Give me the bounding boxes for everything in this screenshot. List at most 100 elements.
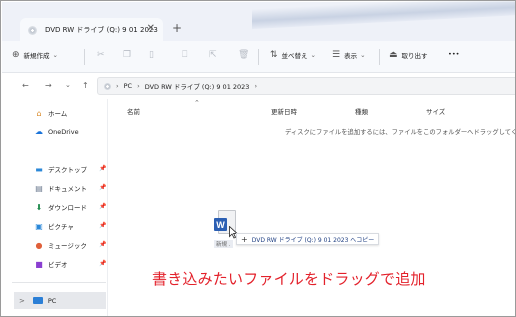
copy-button[interactable]: ❐ <box>123 50 135 60</box>
sidebar-item-label: OneDrive <box>48 127 79 136</box>
pin-icon[interactable]: 📌 <box>99 165 106 172</box>
videos-icon: ■ <box>35 259 43 269</box>
new-button[interactable]: ⊕ 新規作成 ⌄ <box>12 50 58 60</box>
copy-plus-icon: + <box>241 234 248 244</box>
back-button[interactable]: ← <box>22 81 29 90</box>
dvd-disc-icon <box>28 25 37 35</box>
drag-copy-tooltip: + DVD RW ドライブ (Q:) 9 01 2023 へコピー <box>236 233 380 245</box>
share-icon: ⇱ <box>209 50 217 60</box>
pictures-icon: ▣ <box>35 221 43 231</box>
address-field[interactable]: › PC › DVD RW ドライブ (Q:) 9 01 2023 › <box>97 77 515 95</box>
sidebar-item-onedrive[interactable]: ☁ OneDrive <box>34 127 79 136</box>
breadcrumb-pc[interactable]: PC <box>124 82 132 90</box>
view-icon: ☰ <box>332 50 341 60</box>
sort-icon: ⇅ <box>270 50 278 60</box>
sidebar-item-label: ビデオ <box>48 261 68 269</box>
dragged-file-name: 新規 . <box>214 240 233 248</box>
paste-button[interactable]: ▯ <box>149 50 158 60</box>
dvd-disc-icon <box>104 82 111 90</box>
sidebar-item-label: ダウンロード <box>48 204 87 212</box>
sort-label: 並べ替え <box>281 52 308 60</box>
toolbar-divider <box>84 49 85 65</box>
sidebar-item-music[interactable]: ● ミュージック <box>34 240 87 251</box>
chevron-right-icon: › <box>254 82 258 90</box>
chevron-right-icon[interactable]: > <box>19 297 25 305</box>
toolbar-divider <box>258 49 259 65</box>
sort-indicator-icon: ⌃ <box>194 99 200 107</box>
chevron-right-icon: › <box>137 82 140 90</box>
sidebar-item-pictures[interactable]: ▣ ピクチャ <box>34 221 74 232</box>
music-icon: ● <box>35 240 43 250</box>
word-icon: W <box>214 218 227 231</box>
address-bar-row: ← → ⌄ ↑ › PC › DVD RW ドライブ (Q:) 9 01 202… <box>2 73 515 99</box>
sidebar-item-home[interactable]: ⌂ ホーム <box>34 108 68 119</box>
cloud-icon: ☁ <box>35 127 43 136</box>
chevron-down-icon: ⌄ <box>310 51 316 59</box>
command-bar: ⊕ 新規作成 ⌄ ✂ ❐ ▯ ⎕ ⇱ 🗑 ⇅ 並べ替え ⌄ ☰ 表示 ⌄ ⏏ 取… <box>2 41 515 73</box>
pin-icon[interactable]: 📌 <box>99 184 106 191</box>
rename-button[interactable]: ⎕ <box>182 50 191 60</box>
new-label: 新規作成 <box>23 52 50 60</box>
tab-title: DVD RW ドライブ (Q:) 9 01 2023 <box>45 26 158 34</box>
sidebar-item-pc[interactable]: > PC <box>14 292 106 309</box>
cut-button[interactable]: ✂ <box>97 50 109 60</box>
sidebar-item-label: ドキュメント <box>48 185 87 193</box>
eject-label: 取り出す <box>401 52 428 60</box>
titlebar-background <box>252 1 515 30</box>
toolbar-divider <box>379 49 380 65</box>
pin-icon[interactable]: 📌 <box>99 241 106 248</box>
desktop-icon: ▬ <box>35 164 43 174</box>
sidebar-item-videos[interactable]: ■ ビデオ <box>34 259 68 270</box>
sidebar-item-documents[interactable]: ▤ ドキュメント <box>34 183 87 194</box>
view-button[interactable]: ☰ 表示 ⌄ <box>332 50 366 60</box>
view-label: 表示 <box>344 52 358 60</box>
title-bar: DVD RW ドライブ (Q:) 9 01 2023 ✕ + <box>2 1 515 42</box>
column-header-modified[interactable]: 更新日時 <box>271 106 297 116</box>
forward-button[interactable]: → <box>45 81 52 90</box>
trash-icon: 🗑 <box>238 50 250 60</box>
more-icon: ••• <box>448 50 460 58</box>
chevron-down-icon: ⌄ <box>360 51 366 59</box>
sidebar-item-label: デスクトップ <box>48 166 87 174</box>
navigation-pane: ⌂ ホーム ☁ OneDrive ▬ デスクトップ 📌 ▤ ドキュメント 📌 ⬇… <box>2 99 108 316</box>
more-options-button[interactable]: ••• <box>448 50 460 58</box>
paste-icon: ▯ <box>149 50 154 60</box>
column-header-size[interactable]: サイズ <box>426 106 445 116</box>
add-icon: ⊕ <box>12 50 20 60</box>
column-header-type[interactable]: 種類 <box>355 106 368 116</box>
up-button[interactable]: ↑ <box>82 81 89 90</box>
documents-icon: ▤ <box>35 183 43 193</box>
copy-icon: ❐ <box>123 50 132 60</box>
download-icon: ⬇ <box>35 202 43 212</box>
cut-icon: ✂ <box>97 50 105 60</box>
pin-icon[interactable]: 📌 <box>99 260 106 267</box>
rename-icon: ⎕ <box>182 50 188 60</box>
sidebar-item-label: ピクチャ <box>48 223 74 231</box>
sidebar-item-label: PC <box>47 296 57 305</box>
explorer-window: DVD RW ドライブ (Q:) 9 01 2023 ✕ + ⊕ 新規作成 ⌄ … <box>0 0 516 317</box>
sidebar-item-label: ミュージック <box>48 242 87 250</box>
sidebar-item-desktop[interactable]: ▬ デスクトップ <box>34 164 87 175</box>
recent-locations-button[interactable]: ⌄ <box>65 81 71 89</box>
tab-close-icon[interactable]: ✕ <box>147 23 155 34</box>
column-header-name[interactable]: 名前 <box>127 106 140 116</box>
chevron-right-icon: › <box>116 82 119 90</box>
breadcrumb-dvd-drive[interactable]: DVD RW ドライブ (Q:) 9 01 2023 <box>145 81 250 91</box>
chevron-down-icon: ⌄ <box>52 51 58 59</box>
empty-folder-message: ディスクにファイルを追加するには、ファイルをこのフォルダーへドラッグしてください… <box>285 129 515 136</box>
drag-copy-text: DVD RW ドライブ (Q:) 9 01 2023 へコピー <box>251 236 375 244</box>
share-button[interactable]: ⇱ <box>209 50 221 60</box>
delete-button[interactable]: 🗑 <box>238 50 253 60</box>
eject-icon: ⏏ <box>389 50 398 60</box>
sidebar-item-label: ホーム <box>48 110 68 118</box>
eject-button[interactable]: ⏏ 取り出す <box>389 50 428 60</box>
sort-button[interactable]: ⇅ 並べ替え ⌄ <box>270 50 316 60</box>
new-tab-button[interactable]: + <box>172 21 182 35</box>
pin-icon[interactable]: 📌 <box>99 222 106 229</box>
sidebar-divider <box>12 282 106 283</box>
instruction-caption: 書き込みたいファイルをドラッグで追加 <box>152 270 426 288</box>
sidebar-item-downloads[interactable]: ⬇ ダウンロード <box>34 202 87 213</box>
tab-dvd-drive[interactable]: DVD RW ドライブ (Q:) 9 01 2023 ✕ <box>20 18 163 42</box>
pin-icon[interactable]: 📌 <box>99 203 106 210</box>
computer-icon <box>32 297 43 304</box>
